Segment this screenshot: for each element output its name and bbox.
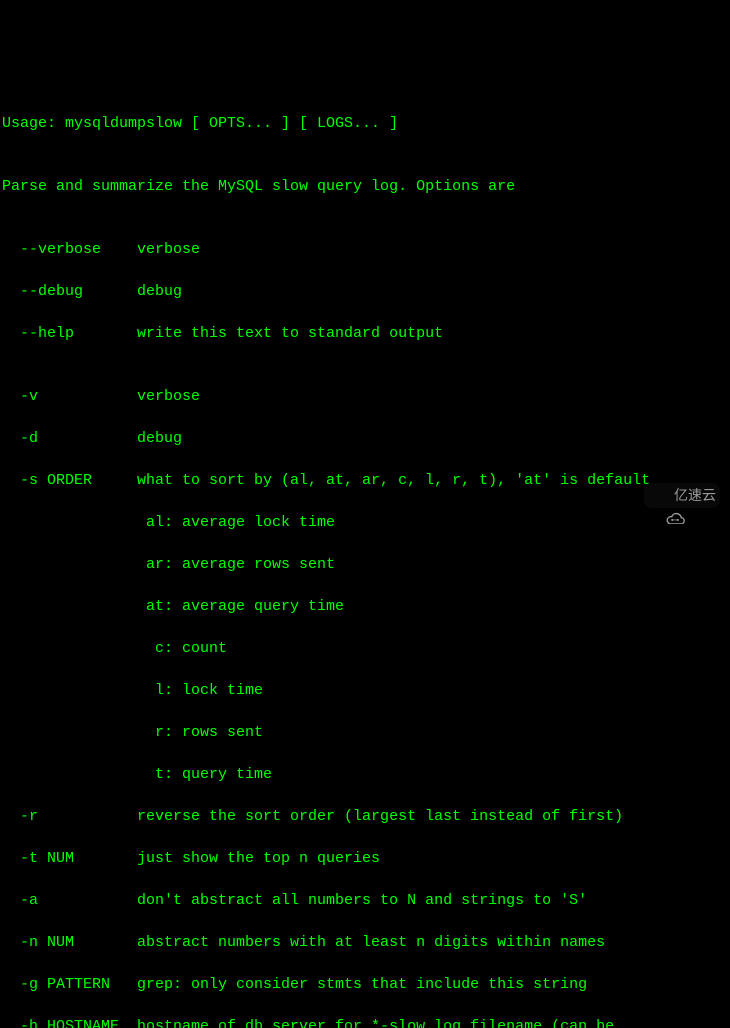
watermark: 亿速云: [644, 483, 720, 508]
watermark-text: 亿速云: [674, 485, 716, 506]
terminal-output: Usage: mysqldumpslow [ OPTS... ] [ LOGS.…: [0, 84, 730, 1028]
sort-l: l: lock time: [2, 680, 728, 701]
sort-c: c: count: [2, 638, 728, 659]
cloud-icon: [648, 487, 670, 505]
option-d: -d debug: [2, 428, 728, 449]
sort-t: t: query time: [2, 764, 728, 785]
option-verbose-long: --verbose verbose: [2, 239, 728, 260]
description-line: Parse and summarize the MySQL slow query…: [2, 176, 728, 197]
option-a: -a don't abstract all numbers to N and s…: [2, 890, 728, 911]
option-s: -s ORDER what to sort by (al, at, ar, c,…: [2, 470, 728, 491]
option-v: -v verbose: [2, 386, 728, 407]
option-h: -h HOSTNAME hostname of db server for *-…: [2, 1016, 728, 1028]
sort-r: r: rows sent: [2, 722, 728, 743]
option-t: -t NUM just show the top n queries: [2, 848, 728, 869]
sort-al: al: average lock time: [2, 512, 728, 533]
sort-at: at: average query time: [2, 596, 728, 617]
option-r: -r reverse the sort order (largest last …: [2, 806, 728, 827]
sort-ar: ar: average rows sent: [2, 554, 728, 575]
usage-line: Usage: mysqldumpslow [ OPTS... ] [ LOGS.…: [2, 113, 728, 134]
option-debug-long: --debug debug: [2, 281, 728, 302]
option-help-long: --help write this text to standard outpu…: [2, 323, 728, 344]
option-n: -n NUM abstract numbers with at least n …: [2, 932, 728, 953]
option-g: -g PATTERN grep: only consider stmts tha…: [2, 974, 728, 995]
